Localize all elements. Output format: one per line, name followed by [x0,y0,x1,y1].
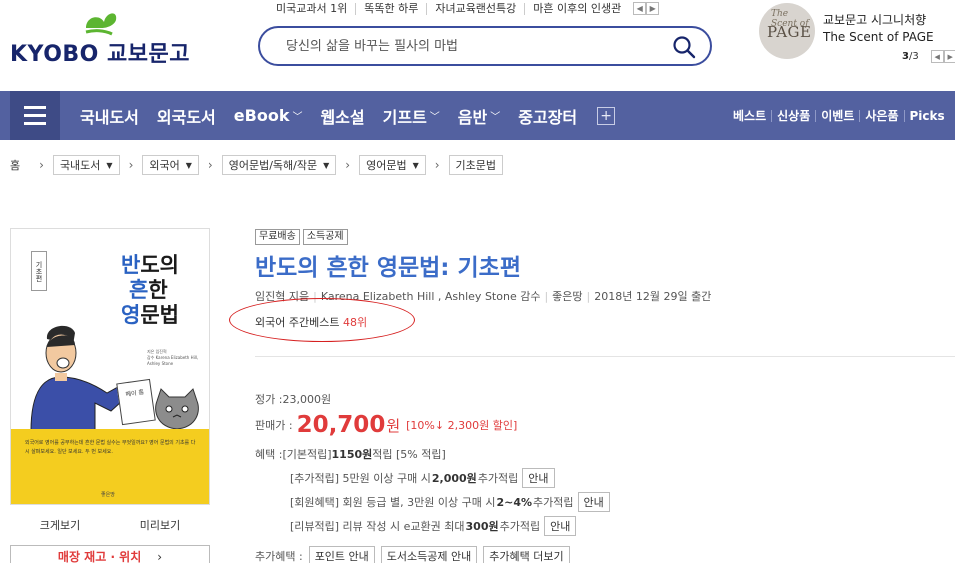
promo-image[interactable]: The Scent of PAGE [759,3,815,59]
highlight-oval [229,298,415,342]
breadcrumb-select[interactable]: 영어문법/독해/작문 ▼ [221,155,337,175]
breadcrumb-select[interactable]: 국내도서 ▼ [52,155,120,175]
nav-item-webnovel[interactable]: 웹소설 [320,104,364,128]
promo-next-icon[interactable]: ▶ [943,50,955,63]
promo-counter: 3/3 [902,51,919,62]
dropdown-arrow-icon: ▼ [323,160,330,170]
breadcrumb-current[interactable]: 기초문법 [448,155,504,175]
next-arrow-icon[interactable]: ▶ [646,2,660,15]
chevron-right-icon: › [434,158,440,172]
enlarge-link[interactable]: 크게보기 [10,517,110,533]
nav-link-picks[interactable]: Picks [903,109,950,122]
cover-yellow-band: 외국어로 영어를 공부하는데 흔한 문법 실수는 무엇일까요? 영어 문법의 기… [11,429,209,504]
info-button[interactable]: 안내 [577,492,610,512]
top-link[interactable]: 마흔 이후의 인생관 [524,2,629,15]
book-tags: 무료배송 소득공제 [255,229,348,245]
benefit-extra-points: [추가적립] 5만원 이상 구매 시 2,000원 추가적립 안내 [290,468,555,488]
benefit-review: [리뷰적립] 리뷰 작성 시 e교환권 최대 300원 추가적립 안내 [290,516,577,536]
tax-deduction-info-button[interactable]: 도서소득공제 안내 [380,546,478,563]
list-price-row: 정가 : 23,000원 [255,393,332,406]
dropdown-arrow-icon: ▼ [412,160,419,170]
breadcrumb-select[interactable]: 영어문법 ▼ [359,155,426,175]
more-benefits-button[interactable]: 추가혜택 더보기 [483,546,570,563]
breadcrumb-select[interactable]: 외국어 ▼ [142,155,199,175]
sale-price: 20,700 [296,412,386,438]
divider [255,356,955,357]
cover-publisher: 좋은땅 [101,492,115,498]
top-link[interactable]: 똑똑한 하루 [355,2,426,15]
nav-link-gift[interactable]: 사은품 [859,109,903,122]
nav-link-event[interactable]: 이벤트 [815,109,859,122]
point-info-button[interactable]: 포인트 안내 [308,546,375,563]
dropdown-arrow-icon: ▼ [106,160,113,170]
extra-benefits-row: 추가혜택 : 포인트 안내 도서소득공제 안내 추가혜택 더보기 [255,546,570,563]
book-cover[interactable]: 기초편 반도의 흔한 영문법 지은 임진혁 감수 Karena Elizabeth… [10,228,210,505]
promo-line1: 교보문고 시그니처향 [823,13,927,27]
logo-bird-icon [85,13,117,36]
promo-image-title: PAGE [767,23,812,41]
chevron-down-icon: ﹀ [490,112,501,123]
search-icon[interactable] [672,35,696,59]
chevron-right-icon: › [128,158,134,172]
chevron-right-icon: › [207,158,213,172]
cover-title: 반도의 흔한 영문법 [121,253,179,327]
top-links-pager: ◀ ▶ [633,2,660,15]
top-link[interactable]: 자녀교육랜선특강 [426,2,524,15]
promo-prev-icon[interactable]: ◀ [930,50,944,63]
search-input[interactable] [286,36,666,56]
nav-item-ebook[interactable]: eBook ﹀ [234,106,303,125]
nav-item-foreign[interactable]: 외국도서 [157,104,216,128]
discount-info: [10%↓ 2,300원 할인] [406,419,518,432]
cover-credits: 지은 임진혁 감수 Karena Elizabeth Hill, Ashley St… [147,349,199,366]
kyobo-logo[interactable]: KYOBO 교보문고 [10,8,190,67]
benefit-row: 혜택 : [기본적립] 1150원 적립 [5% 적립] [255,448,446,461]
cover-illustration-person [30,325,132,431]
search-box [258,26,712,66]
top-links: 미국교과서 1위 똑똑한 하루 자녀교육랜선특강 마흔 이후의 인생관 ◀ ▶ [268,2,660,15]
cover-links: 크게보기 미리보기 [10,517,210,533]
chevron-right-icon: › [39,158,44,172]
cover-illustration-cat [155,388,199,430]
list-price: 23,000원 [282,393,332,406]
cover-note: 메이 홈 [116,378,156,426]
chevron-right-icon: › [345,158,351,172]
book-publisher[interactable]: 좋은땅 [552,288,582,304]
promo-text[interactable]: 교보문고 시그니처향 The Scent of PAGE [823,12,934,46]
nav-link-new[interactable]: 신상품 [771,109,815,122]
cover-label: 기초편 [31,251,47,291]
nav-right-links: 베스트 신상품 이벤트 사은품 Picks [733,91,950,140]
promo-line2: The Scent of PAGE [823,30,934,44]
store-stock-button[interactable]: 매장 재고 · 위치 › [10,545,210,563]
chevron-right-icon: › [157,549,163,563]
top-link[interactable]: 미국교과서 1위 [268,2,355,15]
chevron-down-icon: ﹀ [292,112,303,123]
logo-text: KYOBO 교보문고 [10,42,190,67]
nav-item-gift[interactable]: 기프트 ﹀ [383,104,440,128]
nav-item-used[interactable]: 중고장터 [518,104,577,128]
benefit-points: 1150원 [331,448,373,461]
promo-controls: 3/3 ◀ ▶ [902,50,955,63]
benefit-member: [회원혜택] 회원 등급 별, 3만원 이상 구매 시 2~4% 추가적립 안내 [290,492,610,512]
prev-arrow-icon[interactable]: ◀ [633,2,647,15]
plus-icon[interactable]: + [597,106,616,125]
menu-icon[interactable] [10,91,60,140]
cover-blurb: 외국어로 영어를 공부하는데 흔한 문법 실수는 무엇일까요? 영어 문법의 기… [25,440,196,455]
breadcrumb-home[interactable]: 홈 [10,157,20,173]
nav-link-best[interactable]: 베스트 [733,110,771,122]
book-title: 반도의 흔한 영문법: 기초편 [255,255,521,281]
preview-link[interactable]: 미리보기 [110,517,210,533]
sale-price-row: 판매가 : 20,700 원 [10%↓ 2,300원 할인] [255,412,518,438]
tag-tax-deduction: 소득공제 [302,229,348,245]
nav-item-domestic[interactable]: 국내도서 [80,104,139,128]
dropdown-arrow-icon: ▼ [185,160,192,170]
main-nav: 국내도서 외국도서 eBook ﹀ 웹소설 기프트 ﹀ 음반 ﹀ 중고장터 + 베스트… [0,91,955,140]
info-button[interactable]: 안내 [522,468,555,488]
nav-item-music[interactable]: 음반 ﹀ [458,104,500,128]
tag-free-shipping: 무료배송 [255,229,300,245]
breadcrumb: 홈 › 국내도서 ▼ › 외국어 ▼ › 영어문법/독해/작문 ▼ › 영어문법 ▼ ›… [10,155,504,175]
book-date: 2018년 12월 29일 출간 [594,290,712,303]
info-button[interactable]: 안내 [544,516,577,536]
chevron-down-icon: ﹀ [429,112,440,123]
